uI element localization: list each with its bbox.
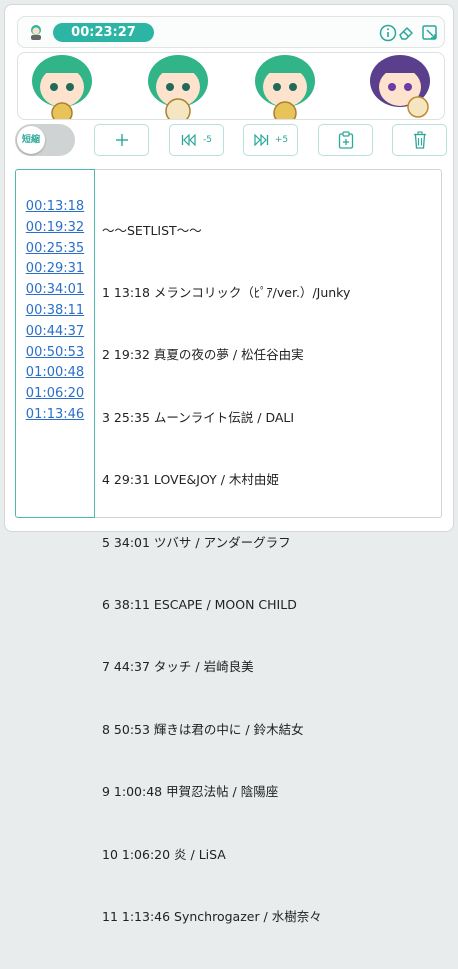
- setlist-line: 4 29:31 LOVE&JOY / 木村由姫: [102, 472, 279, 488]
- plus-icon: [115, 134, 128, 146]
- setlist-line: 1 13:18 メランコリック（ﾋﾟｱ/ver.）/Junky: [102, 284, 351, 300]
- forward-5-label: +5: [274, 135, 289, 145]
- toggle-label: 短縮: [17, 126, 45, 154]
- timestamp-link[interactable]: 00:25:35: [16, 239, 94, 260]
- setlist-line: 7 44:37 タッチ / 岩崎良美: [102, 659, 254, 675]
- timestamp-link[interactable]: 00:38:11: [16, 301, 94, 322]
- timestamp-link[interactable]: 01:06:20: [16, 384, 94, 405]
- back-5-label: -5: [203, 135, 212, 145]
- paste-button[interactable]: [318, 124, 373, 156]
- shorten-toggle[interactable]: 短縮: [15, 124, 75, 156]
- delete-button[interactable]: [392, 124, 447, 156]
- elapsed-timer: 00:23:27: [53, 23, 154, 42]
- timestamp-link[interactable]: 00:13:18: [16, 197, 94, 218]
- timestamp-link[interactable]: 01:00:48: [16, 363, 94, 384]
- setlist-line: 8 50:53 輝きは君の中に / 鈴木結女: [102, 721, 304, 737]
- timestamp-list: 00:13:18 00:19:32 00:25:35 00:29:31 00:3…: [15, 169, 95, 518]
- character-image: [255, 55, 315, 119]
- external-link-icon[interactable]: [420, 23, 440, 43]
- setlist-line: 3 25:35 ムーンライト伝説 / DALI: [102, 409, 295, 425]
- clipboard-add-icon: [338, 131, 353, 149]
- info-icon[interactable]: [378, 23, 398, 43]
- setlist-line: 10 1:06:20 炎 / LiSA: [102, 846, 226, 862]
- back-5-button[interactable]: -5: [169, 124, 224, 156]
- app-window: 00:23:27 短縮 -5 +5 00:13:18 00:19:32 00:2…: [4, 4, 454, 924]
- timestamp-link[interactable]: 00:50:53: [16, 343, 94, 364]
- character-image: [148, 55, 208, 119]
- rewind-icon: [181, 134, 196, 146]
- top-bar: 00:23:27: [17, 16, 445, 48]
- avatar-icon: [31, 25, 41, 40]
- timestamp-link[interactable]: 01:13:46: [16, 405, 94, 426]
- timestamp-link[interactable]: 00:34:01: [16, 280, 94, 301]
- character-image: [370, 55, 430, 118]
- character-strip: [17, 52, 445, 120]
- timestamp-link[interactable]: 00:19:32: [16, 218, 94, 239]
- forward-5-button[interactable]: +5: [243, 124, 298, 156]
- trash-icon: [413, 131, 426, 149]
- character-image: [32, 55, 92, 119]
- setlist-textarea[interactable]: ～～SETLIST～～ 1 13:18 メランコリック（ﾋﾟｱ/ver.）/Ju…: [95, 169, 442, 924]
- timestamp-link[interactable]: 00:29:31: [16, 259, 94, 280]
- setlist-line: 9 1:00:48 甲賀忍法帖 / 陰陽座: [102, 784, 279, 800]
- setlist-header: ～～SETLIST～～: [102, 222, 202, 238]
- setlist-line: 2 19:32 真夏の夜の夢 / 松任谷由実: [102, 347, 304, 363]
- add-button[interactable]: [94, 124, 149, 156]
- setlist-line: 6 38:11 ESCAPE / MOON CHILD: [102, 596, 297, 612]
- timestamp-link[interactable]: 00:44:37: [16, 322, 94, 343]
- eraser-icon[interactable]: [396, 23, 416, 43]
- setlist-line: 11 1:13:46 Synchrogazer / 水樹奈々: [102, 908, 322, 924]
- fast-forward-icon: [254, 134, 269, 146]
